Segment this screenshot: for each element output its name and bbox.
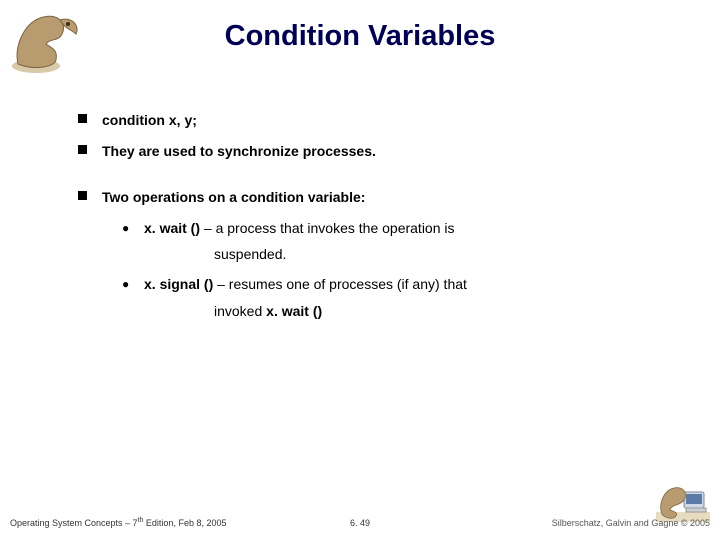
square-bullet-icon	[78, 145, 92, 155]
square-bullet-icon	[78, 191, 92, 201]
disc-bullet-icon: ●	[122, 276, 136, 294]
bullet-text: condition x, y;	[102, 112, 197, 128]
bullet-text: Two operations on a condition variable:	[102, 189, 365, 205]
code-term: x. wait ()	[266, 303, 322, 319]
bullet-item: Two operations on a condition variable:	[78, 187, 658, 207]
bullet-item: They are used to synchronize processes.	[78, 141, 658, 161]
continuation-text: invoked x. wait ()	[144, 301, 658, 321]
sub-bullet-item: ● x. signal () – resumes one of processe…	[122, 274, 658, 294]
bullet-item: condition x, y;	[78, 110, 658, 130]
dinosaur-logo-icon	[6, 6, 86, 76]
sub-text: – resumes one of processes (if any) that	[213, 276, 467, 292]
dinosaur-computer-logo-icon	[656, 482, 710, 522]
footer-right: Silberschatz, Galvin and Gagne © 2005	[552, 518, 710, 528]
cont-pre: invoked	[214, 303, 266, 319]
code-term: x. signal ()	[144, 276, 213, 292]
disc-bullet-icon: ●	[122, 220, 136, 238]
sub-text: – a process that invokes the operation i…	[200, 220, 454, 236]
bullet-text: They are used to synchronize processes.	[102, 143, 376, 159]
content-body: condition x, y; They are used to synchro…	[78, 110, 658, 331]
slide-title: Condition Variables	[0, 20, 720, 53]
code-term: x. wait ()	[144, 220, 200, 236]
square-bullet-icon	[78, 114, 92, 124]
continuation-text: suspended.	[144, 244, 658, 264]
sub-bullet-item: ● x. wait () – a process that invokes th…	[122, 218, 658, 238]
